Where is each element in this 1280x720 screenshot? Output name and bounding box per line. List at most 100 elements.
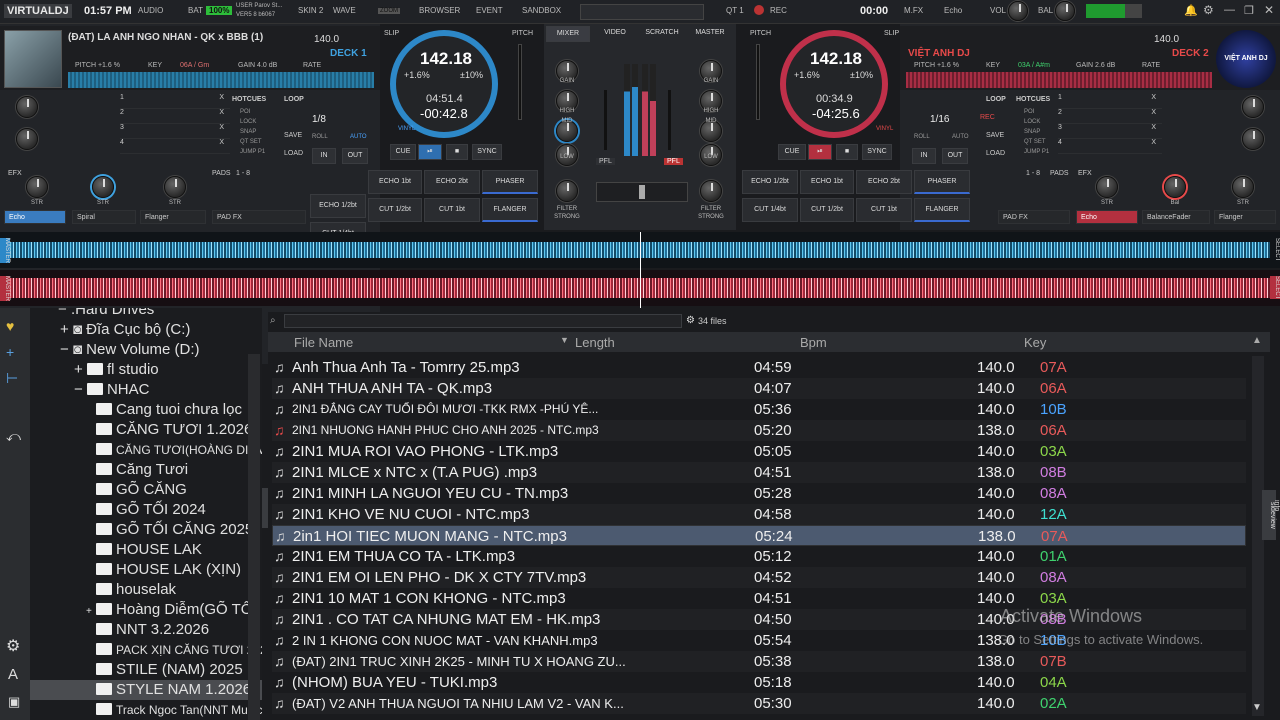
jump-option[interactable]: JUMP P1	[240, 147, 265, 157]
deck1-loop-load[interactable]: LOAD	[284, 150, 303, 157]
deck1-knob-2[interactable]	[16, 128, 38, 150]
minimize-icon[interactable]: —	[1224, 4, 1235, 16]
deck2-vinyl[interactable]: VINYL	[876, 126, 893, 132]
qtset-option[interactable]: QT SET	[1024, 137, 1049, 147]
table-row[interactable]: ♫ 2IN1 MLCE x NTC x (T.A PUG) .mp3 04:51 13…	[272, 462, 1246, 483]
master-balance-knob[interactable]	[1055, 1, 1075, 21]
deck1-slip[interactable]: SLIP	[384, 30, 399, 37]
deck2-loop-save[interactable]: SAVE	[986, 132, 1004, 139]
deck2-pad-2[interactable]: ECHO 1bt	[800, 170, 854, 194]
scratch-tab[interactable]: SCRATCH	[638, 26, 686, 42]
table-row[interactable]: ♫ Anh Thua Anh Ta - Tomrry 25.mp3 04:59 140…	[272, 357, 1246, 378]
deck2-fx3-knob[interactable]	[1232, 176, 1254, 198]
hotcue-clear[interactable]: X	[1151, 124, 1156, 131]
deck2-mini-waveform[interactable]	[906, 72, 1212, 88]
tree-folder[interactable]: Track Ngoc Tan(NNT Music)	[96, 700, 262, 720]
deck1-fx-slot-2[interactable]: Spiral	[72, 210, 136, 224]
table-row[interactable]: ♫ 2IN1 ĐẮNG CAY TUỔI ĐÔI MƯƠI -TKK RMX -P…	[272, 399, 1246, 420]
deck2-pad-3[interactable]: ECHO 2bt	[856, 170, 912, 194]
event-button[interactable]: EVENT	[476, 6, 503, 15]
deck2-knob-2[interactable]	[1242, 128, 1264, 150]
info-tab[interactable]: info	[1262, 500, 1280, 520]
hotcue-slot[interactable]: 4X	[1058, 139, 1162, 154]
tree-scrollbar[interactable]	[248, 354, 260, 720]
deck1-padfx-select[interactable]: PAD FX	[212, 210, 306, 224]
hotcue-clear[interactable]: X	[219, 94, 224, 101]
table-row[interactable]: ♫ (ĐAT) V2 ANH THUA NGUOI TA NHIU LAM V2 …	[272, 693, 1246, 714]
deck1-loop-in[interactable]: IN	[312, 148, 336, 164]
skin-button[interactable]: SKIN 2	[298, 6, 323, 15]
table-row[interactable]: ♫ 2IN1 MUA ROI VAO PHONG - LTK.mp3 05:05 14…	[272, 441, 1246, 462]
deck2-padfx-select[interactable]: PAD FX	[998, 210, 1070, 224]
tree-folder-nhac[interactable]: − NHAC	[74, 380, 149, 400]
deck1-filter-knob[interactable]	[556, 180, 578, 202]
mixer-tab[interactable]: MIXER	[546, 26, 590, 42]
hotcue-clear[interactable]: X	[1151, 109, 1156, 116]
master-fx-select[interactable]: Echo	[944, 6, 962, 15]
deck1-vinyl[interactable]: VINYL	[398, 126, 415, 132]
deck1-play-button[interactable]: ⏯	[418, 144, 442, 160]
maximize-icon[interactable]: ❐	[1244, 4, 1254, 17]
deck1-roll[interactable]: ROLL	[312, 134, 328, 140]
deck1-fx1-knob[interactable]	[26, 176, 48, 198]
deck1-jog-wheel[interactable]	[390, 30, 498, 138]
tree-folder[interactable]: CĂNG TƯƠI(HOÀNG DIỄM)	[96, 440, 262, 460]
deck2-pad-4[interactable]: PHASER	[914, 170, 970, 194]
deck2-pad-7[interactable]: CUT 1bt	[856, 198, 912, 222]
deck2-fx1-knob[interactable]	[1096, 176, 1118, 198]
deck1-select-label[interactable]: SELECT	[1270, 238, 1280, 261]
deck1-pad-3[interactable]: ECHO 2bt	[424, 170, 480, 194]
tree-folder[interactable]: Cang tuoi chưa lọc	[96, 400, 242, 420]
tree-folder[interactable]: GÕ TỐI 2024	[96, 500, 206, 520]
hotcue-clear[interactable]: X	[219, 139, 224, 146]
deck2-auto[interactable]: AUTO	[952, 134, 969, 140]
deck1-pad-8[interactable]: FLANGER	[482, 198, 538, 222]
notification-icon[interactable]: 🔔	[1184, 4, 1198, 17]
browser-button[interactable]: BROWSER	[419, 6, 460, 15]
tree-folder[interactable]: NNT 3.2.2026	[96, 620, 209, 640]
tree-drive-c[interactable]: + ◙ Đĩa Cục bộ (C:)	[60, 320, 190, 340]
table-row[interactable]: ♫ ANH THUA ANH TA - QK.mp3 04:07 140.0 06A	[272, 378, 1246, 399]
deck1-pfl-button[interactable]: PFL	[596, 158, 615, 165]
crossfader[interactable]	[596, 182, 688, 202]
table-row[interactable]: ♫ 2IN1 MINH LA NGUOI YEU CU - TN.mp3 05:28…	[272, 483, 1246, 504]
master-volume-knob[interactable]	[1008, 1, 1028, 21]
tree-folder[interactable]: STILE (NAM) 2025	[96, 660, 243, 680]
tree-folder[interactable]: PACK XỊN CĂNG TƯƠI 2026	[96, 640, 262, 660]
table-row[interactable]: ♫ (NHOM) BUA YEU - TUKI.mp3 05:18 140.0 04A	[272, 672, 1246, 693]
deck1-loop-out[interactable]: OUT	[342, 148, 368, 164]
deck2-slip[interactable]: SLIP	[884, 30, 899, 37]
sandbox-button[interactable]: SANDBOX	[522, 6, 561, 15]
deck1-stop-button[interactable]: ■	[446, 144, 468, 160]
hotcue-slot[interactable]: 1X	[1058, 94, 1162, 109]
table-row-selected[interactable]: ♫ 2in1 HOI TIEC MUON MANG - NTC.mp3 05:24 1…	[272, 525, 1246, 546]
deck2-fx-slot-1[interactable]: Echo	[1076, 210, 1138, 224]
deck1-cue-button[interactable]: CUE	[390, 144, 416, 160]
tree-folder[interactable]: Căng Tươi	[96, 460, 188, 480]
deck1-pad-6[interactable]: CUT 1/2bt	[368, 198, 422, 222]
hotcue-clear[interactable]: X	[1151, 94, 1156, 101]
snap-option[interactable]: SNAP	[1024, 127, 1049, 137]
deck2-pfl-button[interactable]: PFL	[664, 158, 683, 165]
poi-option[interactable]: POI	[1024, 107, 1049, 117]
tree-folder[interactable]: HOUSE LAK	[96, 540, 202, 560]
deck2-cue-button[interactable]: CUE	[778, 144, 806, 160]
lock-option[interactable]: LOCK	[1024, 117, 1049, 127]
hotcue-clear[interactable]: X	[219, 124, 224, 131]
table-row[interactable]: ♫ (ĐAT) 2IN1 TRUC XINH 2K25 - MINH TU X H…	[272, 651, 1246, 672]
col-bpm[interactable]: Bpm	[800, 335, 827, 350]
playlist-icon[interactable]: ⊢	[6, 370, 18, 387]
deck2-pad-5[interactable]: CUT 1/4bt	[742, 198, 798, 222]
lock-option[interactable]: LOCK	[240, 117, 265, 127]
deck2-roll[interactable]: ROLL	[914, 134, 930, 140]
table-row[interactable]: ♫ 2IN1 NHUONG HANH PHUC CHO ANH 2025 - NT…	[272, 420, 1246, 441]
favorites-icon[interactable]: ♥	[6, 318, 14, 334]
deck2-loop-out[interactable]: OUT	[942, 148, 968, 164]
deck2-volume-fader[interactable]	[668, 90, 671, 150]
deck1-pad-2[interactable]: ECHO 1bt	[368, 170, 422, 194]
qtset-option[interactable]: QT SET	[240, 137, 265, 147]
deck2-select-label[interactable]: SELECT	[1270, 276, 1280, 300]
deck1-pad-1[interactable]: ECHO 1/2bt	[310, 194, 366, 218]
tree-folder[interactable]: houselak	[96, 580, 176, 600]
deck2-filter-knob[interactable]	[700, 180, 722, 202]
